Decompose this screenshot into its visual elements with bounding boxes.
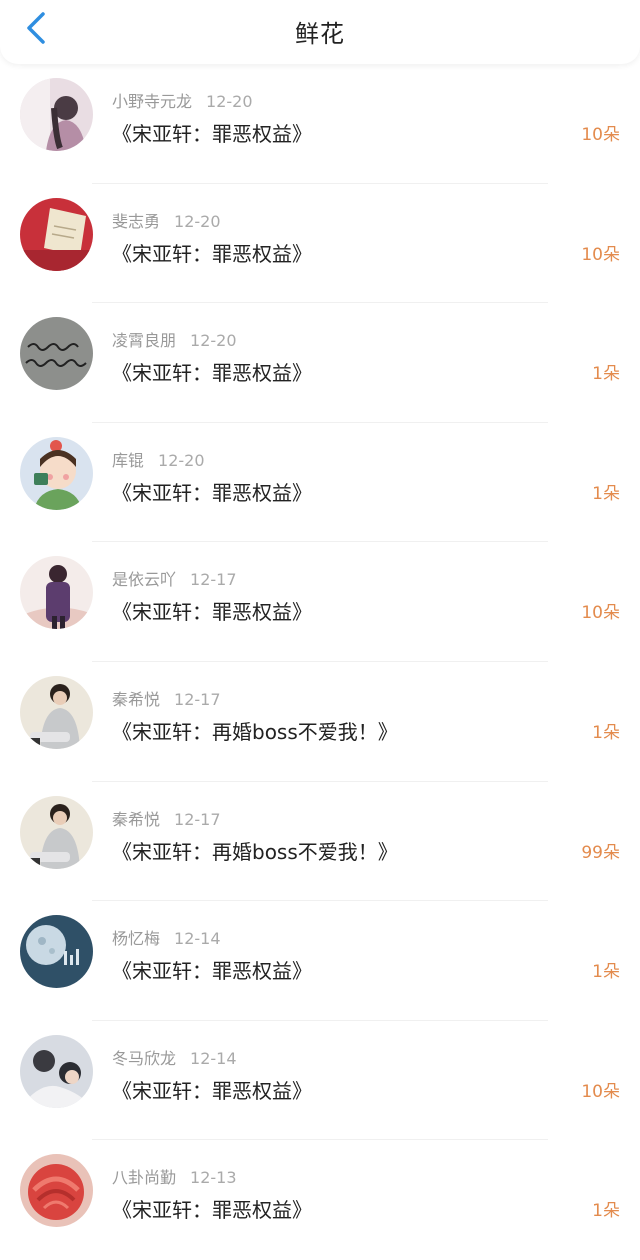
avatar[interactable] bbox=[20, 436, 93, 510]
date: 12-17 bbox=[174, 809, 221, 829]
list-item[interactable]: 小野寺元龙 12-20 《宋亚轩：罪恶权益》 10朵 bbox=[0, 64, 640, 184]
avatar[interactable] bbox=[20, 1154, 93, 1228]
page-title: 鲜花 bbox=[295, 20, 345, 48]
list-item[interactable]: 库锟 12-20 《宋亚轩：罪恶权益》 1朵 bbox=[0, 423, 640, 543]
item-meta: 杨忆梅 12-14 bbox=[112, 925, 221, 949]
list-item[interactable]: 秦希悦 12-17 《宋亚轩：再婚boss不爱我！》 99朵 bbox=[0, 782, 640, 902]
list-item[interactable]: 是依云吖 12-17 《宋亚轩：罪恶权益》 10朵 bbox=[0, 542, 640, 662]
flower-count: 99朵 bbox=[581, 842, 620, 863]
flower-count: 1朵 bbox=[592, 1201, 620, 1222]
item-meta: 秦希悦 12-17 bbox=[112, 686, 221, 710]
list-item[interactable]: 凌霄良朋 12-20 《宋亚轩：罪恶权益》 1朵 bbox=[0, 303, 640, 423]
username[interactable]: 杨忆梅 bbox=[112, 929, 160, 948]
username[interactable]: 凌霄良朋 bbox=[112, 331, 176, 350]
date: 12-20 bbox=[174, 211, 221, 231]
username[interactable]: 秦希悦 bbox=[112, 810, 160, 829]
date: 12-17 bbox=[174, 689, 221, 709]
flower-count: 10朵 bbox=[581, 603, 620, 624]
book-title[interactable]: 《宋亚轩：罪恶权益》 bbox=[112, 955, 312, 984]
book-title[interactable]: 《宋亚轩：罪恶权益》 bbox=[112, 1194, 312, 1223]
date: 12-13 bbox=[190, 1168, 237, 1188]
item-meta: 秦希悦 12-17 bbox=[112, 806, 221, 830]
item-meta: 小野寺元龙 12-20 bbox=[112, 88, 253, 112]
avatar[interactable] bbox=[20, 795, 93, 869]
username[interactable]: 斐志勇 bbox=[112, 212, 160, 231]
item-meta: 冬马欣龙 12-14 bbox=[112, 1045, 237, 1069]
username[interactable]: 八卦尚勤 bbox=[112, 1168, 176, 1187]
book-title[interactable]: 《宋亚轩：罪恶权益》 bbox=[112, 596, 312, 625]
date: 12-14 bbox=[190, 1048, 237, 1068]
avatar[interactable] bbox=[20, 78, 93, 151]
flower-count: 10朵 bbox=[581, 244, 620, 265]
list-item[interactable]: 秦希悦 12-17 《宋亚轩：再婚boss不爱我！》 1朵 bbox=[0, 662, 640, 782]
book-title[interactable]: 《宋亚轩：罪恶权益》 bbox=[112, 357, 312, 386]
list-item[interactable]: 杨忆梅 12-14 《宋亚轩：罪恶权益》 1朵 bbox=[0, 901, 640, 1021]
flower-count: 10朵 bbox=[581, 125, 620, 145]
flower-count: 1朵 bbox=[592, 722, 620, 743]
flower-count: 1朵 bbox=[592, 364, 620, 385]
date: 12-20 bbox=[190, 331, 237, 351]
book-title[interactable]: 《宋亚轩：罪恶权益》 bbox=[112, 1075, 312, 1104]
date: 12-20 bbox=[158, 450, 205, 470]
item-meta: 斐志勇 12-20 bbox=[112, 208, 221, 232]
avatar[interactable] bbox=[20, 317, 93, 391]
book-title[interactable]: 《宋亚轩：罪恶权益》 bbox=[112, 238, 312, 267]
avatar[interactable] bbox=[20, 915, 93, 989]
avatar[interactable] bbox=[20, 1034, 93, 1108]
avatar[interactable] bbox=[20, 675, 93, 749]
list-item[interactable]: 八卦尚勤 12-13 《宋亚轩：罪恶权益》 1朵 bbox=[0, 1140, 640, 1260]
flower-count: 10朵 bbox=[581, 1081, 620, 1102]
list-item[interactable]: 冬马欣龙 12-14 《宋亚轩：罪恶权益》 10朵 bbox=[0, 1021, 640, 1141]
book-title[interactable]: 《宋亚轩：罪恶权益》 bbox=[112, 118, 312, 147]
username[interactable]: 小野寺元龙 bbox=[112, 92, 192, 111]
book-title[interactable]: 《宋亚轩：罪恶权益》 bbox=[112, 477, 312, 506]
date: 12-17 bbox=[190, 570, 237, 590]
book-title[interactable]: 《宋亚轩：再婚boss不爱我！》 bbox=[112, 716, 398, 745]
item-meta: 库锟 12-20 bbox=[112, 447, 205, 471]
avatar[interactable] bbox=[20, 556, 93, 630]
date: 12-20 bbox=[206, 92, 253, 111]
item-meta: 是依云吖 12-17 bbox=[112, 566, 237, 590]
avatar[interactable] bbox=[20, 197, 93, 271]
flower-count: 1朵 bbox=[592, 483, 620, 504]
book-title[interactable]: 《宋亚轩：再婚boss不爱我！》 bbox=[112, 836, 398, 865]
username[interactable]: 冬马欣龙 bbox=[112, 1049, 176, 1068]
username[interactable]: 是依云吖 bbox=[112, 570, 176, 589]
item-meta: 凌霄良朋 12-20 bbox=[112, 327, 237, 351]
flower-list: 小野寺元龙 12-20 《宋亚轩：罪恶权益》 10朵 斐志勇 12-20 《宋亚轩：… bbox=[0, 64, 640, 1260]
header-bar: 鲜花 bbox=[0, 0, 640, 64]
username[interactable]: 库锟 bbox=[112, 451, 144, 470]
date: 12-14 bbox=[174, 929, 221, 949]
list-item[interactable]: 斐志勇 12-20 《宋亚轩：罪恶权益》 10朵 bbox=[0, 184, 640, 304]
flower-count: 1朵 bbox=[592, 962, 620, 983]
item-meta: 八卦尚勤 12-13 bbox=[112, 1164, 237, 1188]
username[interactable]: 秦希悦 bbox=[112, 690, 160, 709]
